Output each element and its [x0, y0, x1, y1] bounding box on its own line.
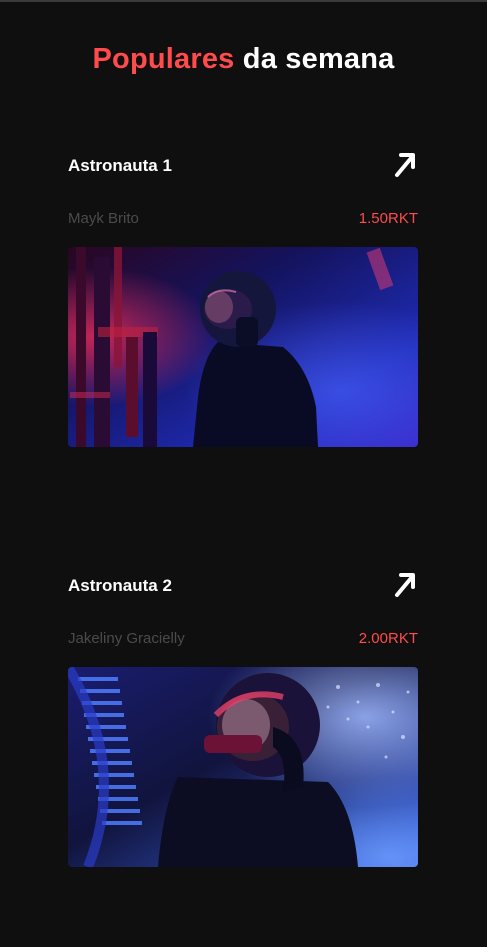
card-title: Astronauta 1 — [68, 156, 172, 175]
page-title: Populares da semana — [0, 40, 487, 78]
card-price: 2.00RKT — [358, 630, 418, 647]
window-top-border — [0, 0, 487, 2]
card-price: 1.50RKT — [358, 210, 418, 227]
card-image[interactable] — [68, 667, 418, 867]
card-title: Astronauta 2 — [68, 576, 172, 595]
arrow-up-right-icon[interactable] — [392, 149, 418, 179]
arrow-up-right-icon[interactable] — [392, 569, 418, 599]
card-author: Jakeliny Gracielly — [68, 630, 185, 647]
card-author: Mayk Brito — [68, 210, 139, 227]
page-title-rest: da semana — [242, 43, 395, 75]
page-title-accent: Populares — [92, 43, 235, 75]
card-image[interactable] — [68, 247, 418, 447]
